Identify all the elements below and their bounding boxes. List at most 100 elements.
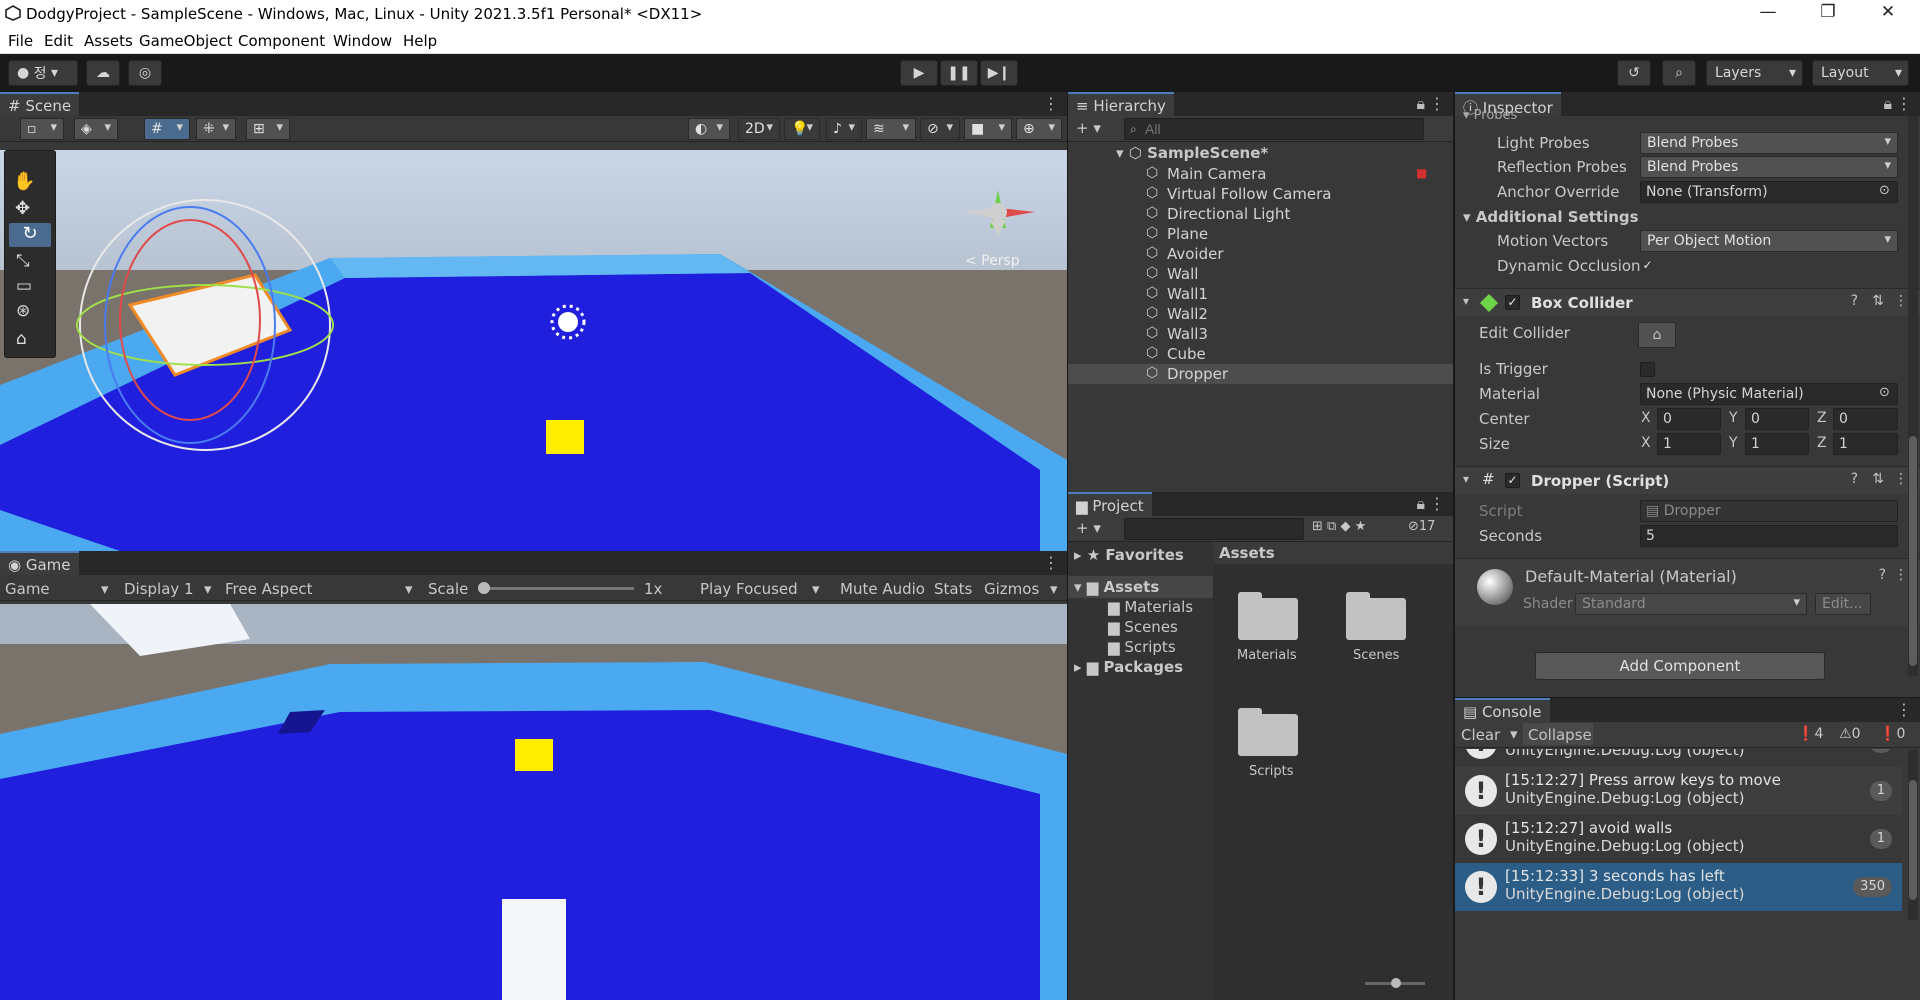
cube-object[interactable] [546,420,584,454]
hierarchy-item[interactable]: ⬡ Wall [1068,264,1453,284]
project-search-input[interactable] [1124,518,1304,540]
component-menu-icon[interactable]: ⋮ [1894,471,1908,487]
mute-audio-button[interactable]: Mute Audio [840,580,925,598]
component-menu-icon[interactable]: ⋮ [1894,293,1908,309]
log-count-toggle[interactable]: ❗4 [1797,726,1823,742]
minimize-button[interactable]: — [1748,2,1788,22]
preset-icon[interactable]: ⇅ [1872,471,1884,487]
search-icon[interactable]: ⌕ [1662,60,1696,86]
console-entry[interactable]: ! [15:12:27] Press arrow keys to move Unit… [1455,767,1902,815]
scale-slider[interactable] [478,582,634,594]
console-scrollbar-thumb[interactable] [1909,780,1917,900]
menu-assets[interactable]: Assets [84,32,133,50]
persp-label[interactable]: < Persp [965,253,1020,269]
tab-game[interactable]: ◉ Game [0,551,79,575]
hand-tool-icon[interactable]: ✋ [13,171,35,192]
project-menu-icon[interactable]: ⋮ [1429,494,1445,513]
size-z-field[interactable]: 1 [1833,433,1898,455]
camera-dropdown[interactable]: ■ [964,118,1012,140]
edit-collider-button[interactable]: ⌂ [1638,322,1676,348]
hierarchy-item[interactable]: ⬡ Dropper [1068,364,1453,384]
close-window-button[interactable]: ✕ [1868,2,1908,22]
tree-folder-materials[interactable]: ▆ Materials [1108,598,1193,616]
is-trigger-checkbox[interactable] [1640,362,1655,377]
shader-edit-button[interactable]: Edit... [1815,593,1871,615]
hierarchy-search-input[interactable] [1124,118,1424,140]
collider-material-field[interactable]: None (Physic Material) [1640,383,1898,405]
icon-size-slider[interactable] [1365,978,1425,988]
size-y-field[interactable]: 1 [1745,433,1809,455]
increment-snap-dropdown[interactable]: ⁜ [196,118,236,140]
help-icon[interactable]: ? [1851,293,1858,309]
hierarchy-item[interactable]: ⬡ Virtual Follow Camera [1068,184,1453,204]
shading-mode-dropdown[interactable]: ◐ [688,118,730,140]
display-dropdown[interactable]: Display 1 ▾ [124,580,212,598]
menu-window[interactable]: Window [333,32,392,50]
tree-folder-scenes[interactable]: ▆ Scenes [1108,618,1178,636]
create-asset-button[interactable]: + ▾ [1076,519,1101,537]
collab-icon[interactable]: ◎ [128,60,162,86]
menu-component[interactable]: Component [238,32,325,50]
hierarchy-menu-icon[interactable]: ⋮ [1429,94,1445,113]
scene-root-item[interactable]: ▾ ⬡ SampleScene* [1116,144,1268,162]
inspector-menu-icon[interactable]: ⋮ [1896,94,1912,113]
help-icon[interactable]: ? [1851,471,1858,487]
icon-size-slider-handle[interactable] [1391,978,1401,988]
motion-vectors-dropdown[interactable]: Per Object Motion [1640,230,1898,252]
audio-toggle-icon[interactable]: ♪ [826,118,862,140]
console-menu-icon[interactable]: ⋮ [1896,700,1912,719]
packages-item[interactable]: ▸ ▆ Packages [1074,658,1183,676]
account-dropdown[interactable]: ● 정 ▾ [8,60,78,86]
history-icon[interactable]: ↺ [1617,60,1651,86]
anchor-override-field[interactable]: None (Transform) [1640,181,1898,203]
layers-dropdown[interactable]: Layers ▾ [1706,60,1803,86]
hierarchy-item[interactable]: ⬡ Avoider [1068,244,1453,264]
shader-dropdown[interactable]: Standard [1575,593,1807,615]
light-probes-dropdown[interactable]: Blend Probes [1640,132,1898,154]
center-y-field[interactable]: 0 [1745,408,1809,430]
cloud-icon[interactable]: ☁ [86,60,120,86]
gizmos-dropdown[interactable]: ⊕ [1016,118,1062,140]
stats-button[interactable]: Stats [934,580,972,598]
console-entry[interactable]: ![15:12:27] Welcome to the gameUnityEngi… [1455,749,1902,767]
custom-tool-icon[interactable]: ⌂ [16,329,27,349]
rect-tool-icon[interactable]: ▭ [16,276,32,296]
lock-icon[interactable]: 🔒︎ [1416,494,1425,514]
dropper-enabled-checkbox[interactable]: ✓ [1505,473,1520,488]
menu-help[interactable]: Help [403,32,437,50]
scene-viewport[interactable]: < Persp [0,150,1067,551]
transform-tool-icon[interactable]: ⊛ [16,301,30,321]
size-x-field[interactable]: 1 [1657,433,1721,455]
menu-gameobject[interactable]: GameObject [139,32,233,50]
folder-materials-icon[interactable] [1238,590,1298,640]
console-entry[interactable]: ! [15:12:33] 3 seconds has left UnityEngin… [1455,863,1902,911]
reflection-probes-dropdown[interactable]: Blend Probes [1640,156,1898,178]
hierarchy-item[interactable]: ⬡ Wall2 [1068,304,1453,324]
rotate-tool-icon[interactable]: ↻ [9,223,51,247]
folder-scenes-icon[interactable] [1346,590,1406,640]
pause-button[interactable]: ❚❚ [940,60,978,86]
step-button[interactable]: ▶❙ [980,60,1018,86]
layout-dropdown[interactable]: Layout ▾ [1812,60,1909,86]
game-view-dropdown[interactable]: Game ▾ [5,580,109,598]
center-x-field[interactable]: 0 [1657,408,1721,430]
object-picker-icon[interactable]: ⊙ [1879,385,1890,400]
hierarchy-item[interactable]: ⬡ Wall1 [1068,284,1453,304]
error-count-toggle[interactable]: ❗0 [1879,726,1905,742]
console-entry[interactable]: ! [15:12:27] avoid walls UnityEngine.Debug… [1455,815,1902,863]
ruler-dropdown[interactable]: ⊞ [246,118,290,140]
scene-menu-icon[interactable]: ⋮ [1043,94,1059,113]
seconds-field[interactable]: 5 [1640,525,1898,547]
search-by-type-icon[interactable]: ⊞ ⧉ ◆ ★ [1312,519,1366,534]
move-tool-icon[interactable]: ✥ [15,198,30,219]
aspect-dropdown[interactable]: Free Aspect ▾ [225,580,413,598]
hierarchy-item[interactable]: ⬡ Main Camera ■ [1068,164,1453,184]
collapse-toggle[interactable]: Collapse [1523,723,1593,745]
tab-console[interactable]: ▤ Console [1455,698,1550,722]
maximize-button[interactable]: ❐ [1808,2,1848,22]
preset-icon[interactable]: ⇅ [1872,293,1884,309]
game-viewport[interactable] [0,604,1067,1000]
game-menu-icon[interactable]: ⋮ [1043,553,1059,572]
lock-icon[interactable]: 🔒︎ [1883,94,1892,114]
hidden-objects-icon[interactable]: ⊘ [920,118,960,140]
